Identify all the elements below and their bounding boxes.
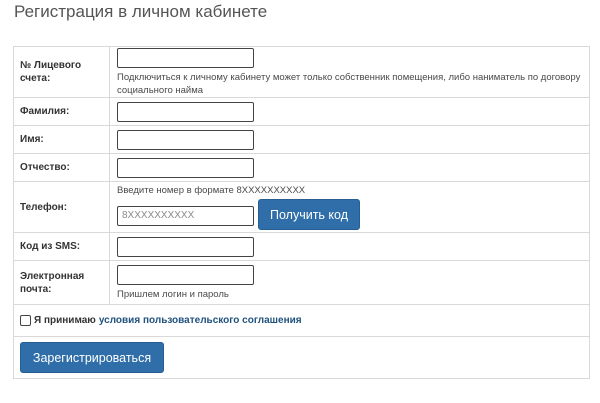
last-name-input[interactable] xyxy=(117,101,254,122)
email-hint: Пришлем логин и пароль xyxy=(117,288,229,300)
email-label: Электронная почта: xyxy=(13,260,110,305)
last-name-label: Фамилия: xyxy=(13,97,110,126)
middle-name-field-cell xyxy=(109,153,590,182)
phone-label: Телефон: xyxy=(13,181,110,233)
form-row-last-name: Фамилия: xyxy=(13,97,590,126)
first-name-label: Имя: xyxy=(13,125,110,154)
sms-code-label: Код из SMS: xyxy=(13,232,110,261)
form-row-sms-code: Код из SMS: xyxy=(13,232,590,261)
account-field-cell: Подключиться к личному кабинету может то… xyxy=(109,46,590,98)
form-row-account: № Лицевого счета: Подключиться к личному… xyxy=(13,46,590,98)
form-row-middle-name: Отчество: xyxy=(13,153,590,182)
sms-code-input[interactable] xyxy=(117,236,254,257)
last-name-field-cell xyxy=(109,97,590,126)
phone-input-group: Получить код xyxy=(117,199,583,230)
form-row-phone: Телефон: Введите номер в формате 8XXXXXX… xyxy=(13,181,590,233)
agreement-cell: Я принимаю условия пользовательского сог… xyxy=(13,304,590,337)
agreement-line: Я принимаю условия пользовательского сог… xyxy=(20,315,589,326)
form-row-first-name: Имя: xyxy=(13,125,590,154)
middle-name-label: Отчество: xyxy=(13,153,110,182)
email-field-cell: Пришлем логин и пароль xyxy=(109,260,590,305)
first-name-input[interactable] xyxy=(117,129,254,150)
form-row-submit: Зарегистрироваться xyxy=(13,336,590,379)
form-row-agreement: Я принимаю условия пользовательского сог… xyxy=(13,304,590,337)
register-button[interactable]: Зарегистрироваться xyxy=(20,342,164,373)
get-code-button[interactable]: Получить код xyxy=(258,199,360,230)
sms-code-field-cell xyxy=(109,232,590,261)
account-label: № Лицевого счета: xyxy=(13,46,110,98)
phone-hint: Введите номер в формате 8XXXXXXXXXX xyxy=(117,185,306,196)
registration-form: № Лицевого счета: Подключиться к личному… xyxy=(13,46,590,379)
agreement-checkbox[interactable] xyxy=(20,315,31,326)
middle-name-input[interactable] xyxy=(117,157,254,178)
account-number-input[interactable] xyxy=(117,48,254,68)
user-agreement-link[interactable]: условия пользовательского соглашения xyxy=(99,315,302,326)
email-input[interactable] xyxy=(117,264,254,285)
agreement-prefix: Я принимаю xyxy=(34,315,96,326)
phone-input[interactable] xyxy=(117,205,254,226)
account-hint: Подключиться к личному кабинету может то… xyxy=(117,72,581,96)
page-title: Регистрация в личном кабинете xyxy=(14,2,268,21)
form-row-email: Электронная почта: Пришлем логин и парол… xyxy=(13,260,590,305)
submit-cell: Зарегистрироваться xyxy=(13,336,590,379)
first-name-field-cell xyxy=(109,125,590,154)
phone-field-cell: Введите номер в формате 8XXXXXXXXXX Полу… xyxy=(109,181,590,233)
